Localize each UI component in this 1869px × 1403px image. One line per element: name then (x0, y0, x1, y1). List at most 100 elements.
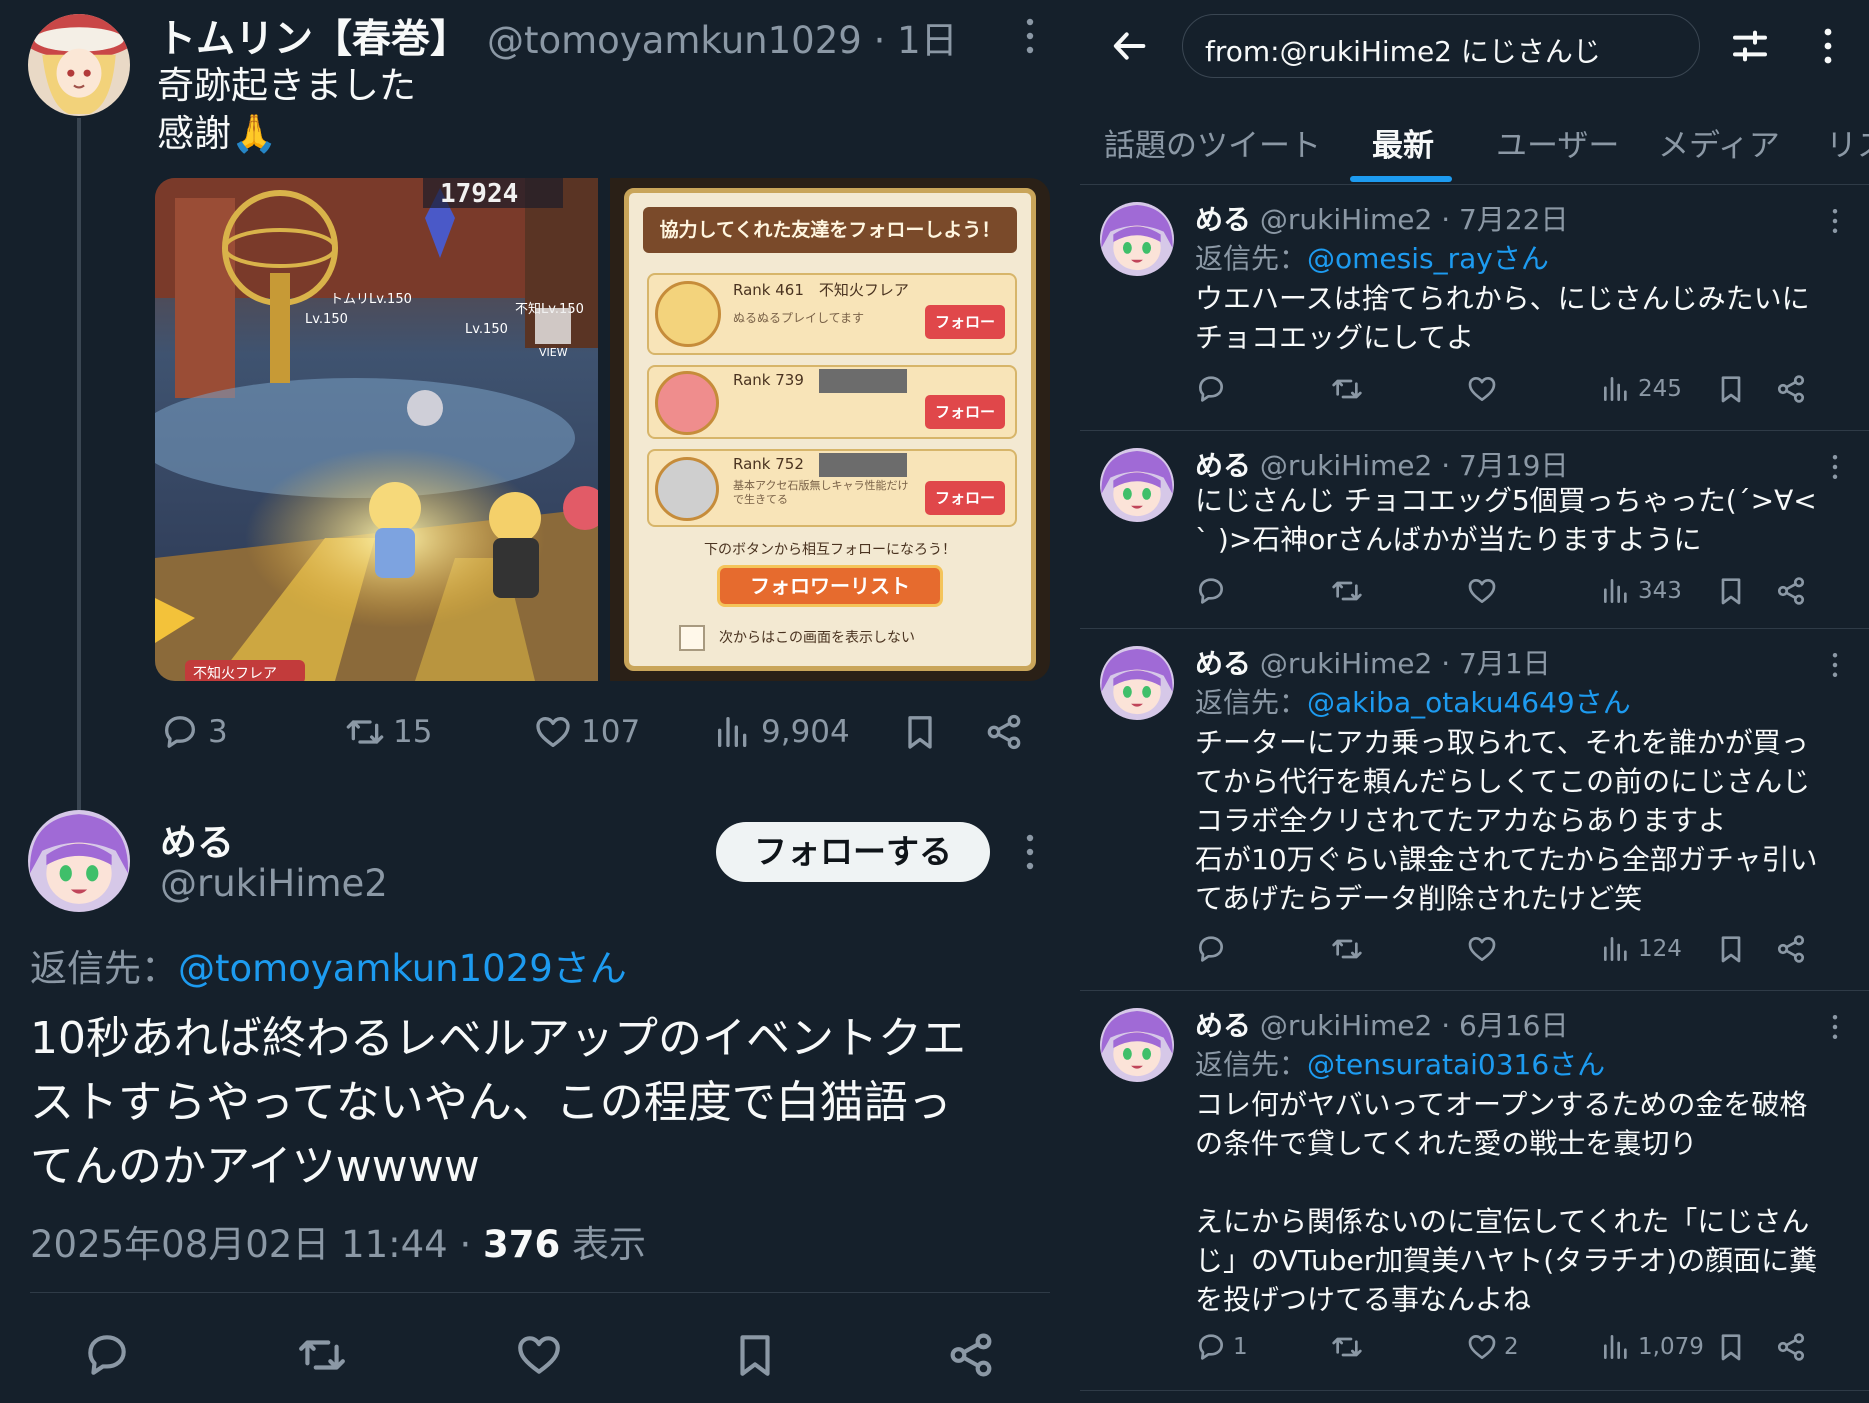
reply-action[interactable] (1195, 373, 1233, 405)
retweet-action[interactable] (1331, 933, 1369, 965)
tweet-text: チーターにアカ乗っ取られて、それを誰かが買っ てから代行を頼んだらしくてこの前の… (1195, 723, 1845, 918)
author-name[interactable]: める (1195, 1009, 1251, 1042)
share-icon[interactable] (946, 1330, 996, 1380)
tab-top[interactable]: 話題のツイート (1104, 120, 1321, 165)
author-name[interactable]: める (1195, 647, 1251, 680)
author-handle[interactable]: @rukiHime2 (1260, 1009, 1432, 1042)
friend-rank: Rank 752 (733, 455, 804, 473)
share-action[interactable] (1775, 575, 1807, 607)
avatar[interactable] (1100, 1008, 1174, 1082)
filter-sliders-icon[interactable] (1730, 26, 1770, 66)
avatar[interactable] (28, 14, 130, 116)
search-result-tweet[interactable]: める @rukiHime2 · 6月16日 返信先：@tensuratai031… (1080, 991, 1869, 1391)
author-name[interactable]: める (1195, 203, 1251, 236)
tweet-line: ウエハースは捨てられから、にじさんじみたいに (1195, 282, 1810, 315)
replying-to-link[interactable]: @tensuratai0316さん (1307, 1048, 1605, 1081)
tab-people[interactable]: ユーザー (1496, 120, 1619, 165)
follow-dialog: 協力してくれた友達をフォローしよう！ Rank 461 不知火フレア ぬるぬるプ… (624, 188, 1036, 671)
reply-icon[interactable] (82, 1330, 132, 1380)
friend-follow-button[interactable]: フォロー (925, 305, 1005, 339)
like-action[interactable]: 2 (1466, 1331, 1519, 1363)
reply-icon (160, 712, 200, 752)
dont-show-checkbox[interactable] (679, 625, 705, 651)
views-action[interactable]: 1,079 (1600, 1331, 1704, 1363)
avatar[interactable] (1100, 448, 1174, 522)
reply-action[interactable]: 1 (1195, 1331, 1248, 1363)
replying-to-link[interactable]: @omesis_rayさん (1307, 242, 1549, 275)
back-arrow-icon[interactable] (1110, 26, 1150, 66)
retweet-stat[interactable]: 15 (345, 712, 432, 752)
retweet-icon[interactable] (297, 1330, 347, 1380)
tab-lists[interactable]: リス (1826, 120, 1869, 165)
replying-to-link[interactable]: @akiba_otaku4649さん (1307, 686, 1631, 719)
media-image-gameplay[interactable]: 17924 トムリLv.150 Lv.150 Lv.150 不知Lv.150 V… (155, 178, 598, 681)
views-stat[interactable]: 9,904 (713, 712, 850, 752)
more-options-icon[interactable] (1831, 207, 1839, 235)
search-input[interactable]: from:@rukiHime2 にじさんじ (1182, 14, 1700, 78)
like-action[interactable] (1466, 373, 1504, 405)
replying-to: 返信先：@akiba_otaku4649さん (1195, 681, 1631, 721)
share-action[interactable] (1775, 933, 1807, 965)
author-handle[interactable]: @rukiHime2 (1260, 203, 1432, 236)
player-level-label: Lv.150 (305, 312, 348, 327)
like-action[interactable] (1466, 575, 1504, 607)
analytics-icon (1600, 1331, 1632, 1363)
bookmark-action[interactable] (1715, 1331, 1747, 1363)
more-options-icon[interactable] (1024, 16, 1036, 56)
avatar[interactable] (1100, 646, 1174, 720)
author-handle[interactable]: @tomoyamkun1029 · 1日 (487, 10, 958, 64)
more-options-icon[interactable] (1822, 26, 1834, 66)
follower-list-button[interactable]: フォロワーリスト (717, 565, 943, 607)
more-options-icon[interactable] (1831, 651, 1839, 679)
friend-avatar (655, 457, 719, 521)
heart-icon[interactable] (514, 1330, 564, 1380)
tweet-line: ` )>石神orさんばかが当たりますように (1195, 523, 1702, 556)
bookmark-action[interactable] (1715, 373, 1747, 405)
share-action[interactable] (1775, 1331, 1807, 1363)
author-handle[interactable]: @rukiHime2 (1260, 647, 1432, 680)
views-action[interactable]: 343 (1600, 575, 1682, 607)
share-action[interactable] (1775, 373, 1807, 405)
retweet-action[interactable] (1331, 373, 1369, 405)
author-handle[interactable]: @rukiHime2 (1260, 449, 1432, 482)
bookmark-action[interactable] (1715, 933, 1747, 965)
redacted-name (819, 453, 907, 477)
search-result-tweet[interactable]: める @rukiHime2 · 7月1日 返信先：@akiba_otaku464… (1080, 629, 1869, 991)
like-stat[interactable]: 107 (533, 712, 640, 752)
avatar[interactable] (28, 810, 130, 912)
share-icon[interactable] (984, 712, 1024, 752)
more-options-icon[interactable] (1831, 1013, 1839, 1041)
like-action[interactable] (1466, 933, 1504, 965)
tweet-line: てから代行を頼んだらしくてこの前のにじさんじ (1195, 765, 1811, 798)
reply-author-handle[interactable]: @rukiHime2 (160, 862, 388, 905)
avatar[interactable] (1100, 202, 1174, 276)
tab-media[interactable]: メディア (1658, 120, 1780, 165)
replying-to-link[interactable]: @tomoyamkun1029さん (178, 947, 627, 990)
tweet-date: · 7月22日 (1441, 203, 1569, 236)
reply-action[interactable] (1195, 575, 1233, 607)
bookmark-icon[interactable] (730, 1330, 780, 1380)
author-display-name[interactable]: トムリン【春巻】 (157, 8, 469, 64)
retweet-action[interactable] (1331, 575, 1369, 607)
thread-connector (77, 118, 81, 810)
search-result-tweet[interactable]: める @rukiHime2 · 7月22日 返信先：@omesis_rayさん … (1080, 185, 1869, 431)
follow-button[interactable]: フォローする (716, 822, 990, 882)
bookmark-action[interactable] (1715, 575, 1747, 607)
tab-latest[interactable]: 最新 (1372, 120, 1434, 165)
reply-action[interactable] (1195, 933, 1233, 965)
search-result-tweet[interactable]: める @rukiHime2 · 7月19日 にじさんじ チョコエッグ5個買っちゃ… (1080, 431, 1869, 629)
author-name[interactable]: める (1195, 449, 1251, 482)
reply-stat[interactable]: 3 (160, 712, 228, 752)
friend-follow-button[interactable]: フォロー (925, 481, 1005, 515)
bookmark-icon[interactable] (900, 712, 940, 752)
views-action[interactable]: 245 (1600, 373, 1682, 405)
replying-to-prefix: 返信先： (30, 947, 178, 990)
reply-author-name[interactable]: める (160, 812, 234, 866)
media-image-follow-screen[interactable]: 協力してくれた友達をフォローしよう！ Rank 461 不知火フレア ぬるぬるプ… (610, 178, 1050, 681)
views-action[interactable]: 124 (1600, 933, 1682, 965)
view-count: 9,904 (761, 714, 850, 750)
more-options-icon[interactable] (1831, 453, 1839, 481)
more-options-icon[interactable] (1024, 832, 1036, 872)
retweet-action[interactable] (1331, 1331, 1369, 1363)
friend-follow-button[interactable]: フォロー (925, 395, 1005, 429)
